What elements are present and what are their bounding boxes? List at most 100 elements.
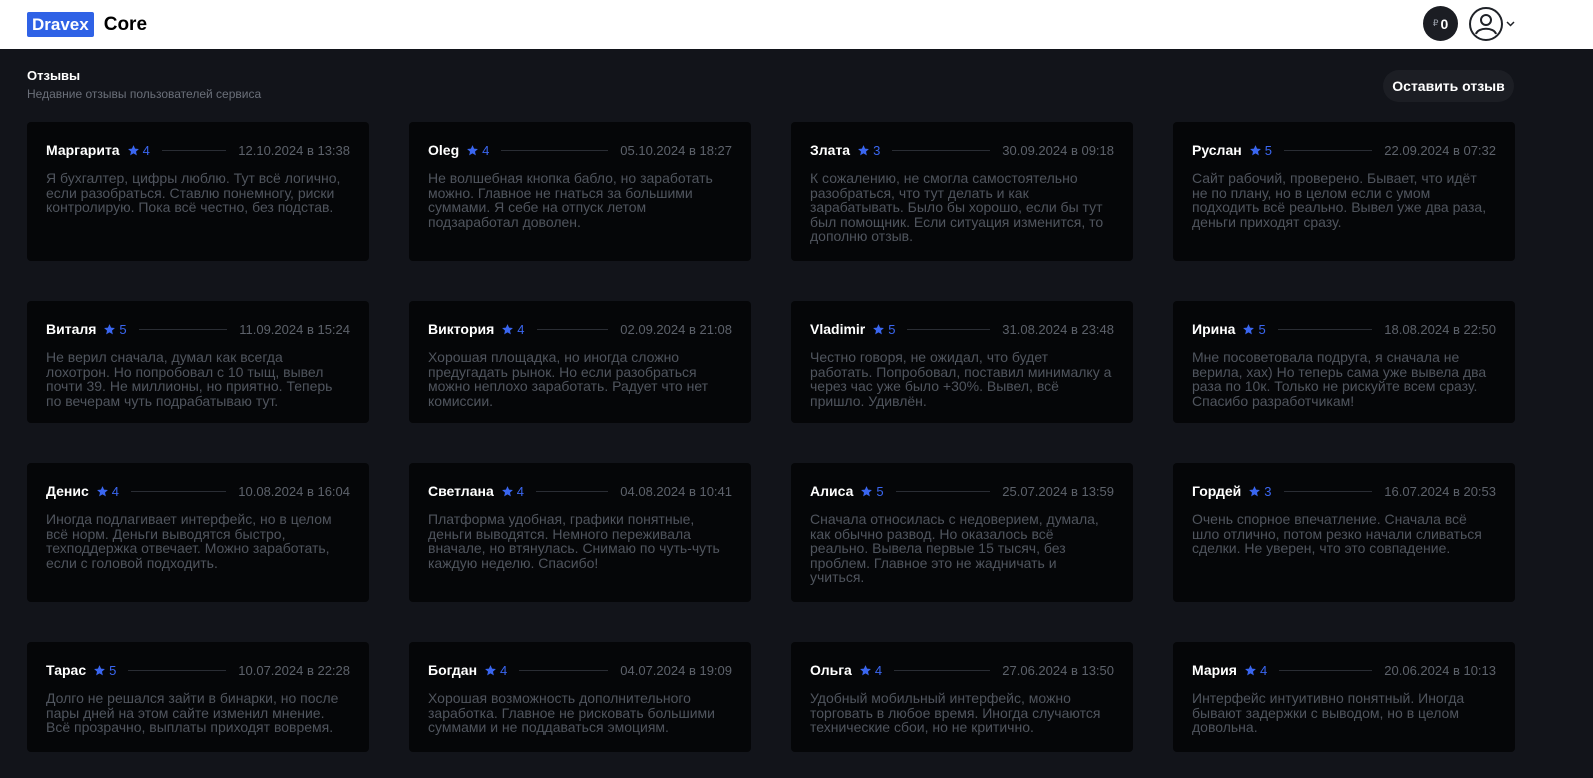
review-card: Руслан 5 22.09.2024 в 07:32 Сайт рабочий, п… [1173, 122, 1515, 261]
review-header: Денис 4 10.08.2024 в 16:04 [46, 483, 350, 499]
divider [128, 669, 227, 671]
rating-value: 5 [109, 662, 117, 678]
divider [1283, 149, 1373, 151]
review-header: Светлана 4 04.08.2024 в 10:41 [428, 483, 732, 499]
review-rating: 5 [860, 483, 884, 499]
review-text: Сначала относилась с недоверием, думала,… [810, 511, 1099, 585]
rating-value: 4 [142, 142, 150, 158]
divider [894, 669, 991, 671]
review-card: Oleg 4 05.10.2024 в 18:27 Не волшебная кноп… [409, 122, 751, 261]
star-icon [96, 485, 108, 496]
review-card: Виталя 5 11.09.2024 в 15:24 Не верил сначал… [27, 301, 369, 423]
review-date: 12.10.2024 в 13:38 [238, 142, 350, 158]
divider [1279, 669, 1373, 671]
user-menu[interactable] [1469, 6, 1515, 41]
divider [138, 328, 228, 330]
review-date: 31.08.2024 в 23:48 [1002, 321, 1114, 337]
avatar[interactable] [1469, 6, 1503, 41]
divider [519, 669, 609, 671]
divider [1277, 328, 1373, 330]
review-text: Хорошая площадка, но иногда сложно преду… [428, 349, 709, 409]
review-header: Богдан 4 04.07.2024 в 19:09 [428, 662, 732, 678]
review-header: Мария 4 20.06.2024 в 10:13 [1192, 662, 1496, 678]
review-rating: 5 [93, 663, 116, 678]
review-rating: 4 [484, 663, 507, 678]
rating-value: 4 [482, 142, 490, 158]
review-rating: 4 [501, 321, 525, 337]
review-card: Алиса 5 25.07.2024 в 13:59 Сначала относила… [791, 463, 1133, 602]
rating-value: 5 [888, 321, 896, 337]
review-card: Богдан 4 04.07.2024 в 19:09 Хорошая возможн… [409, 642, 751, 752]
review-card: Ольга 4 27.06.2024 в 13:50 Удобный мобильны… [791, 642, 1133, 752]
review-card: Vladimir 5 31.08.2024 в 23:48 Честно говоря… [791, 301, 1133, 423]
review-rating: 4 [501, 484, 524, 499]
balance-button[interactable]: ₽ 0 [1423, 6, 1458, 41]
rating-value: 4 [500, 662, 508, 678]
star-icon [1249, 144, 1261, 155]
rating-value: 4 [517, 321, 525, 337]
review-date: 02.09.2024 в 21:08 [620, 321, 732, 337]
star-icon [104, 323, 116, 334]
rating-value: 5 [876, 483, 884, 499]
review-text: Платформа удобная, графики понятные, ден… [428, 511, 720, 571]
review-date: 05.10.2024 в 18:27 [620, 142, 732, 158]
review-text: Хорошая возможность дополнительного зара… [428, 690, 715, 735]
review-text: К сожалению, не смогла самостоятельно ра… [810, 170, 1104, 244]
review-rating: 4 [859, 663, 882, 678]
rating-value: 4 [516, 483, 524, 499]
divider [907, 328, 991, 330]
review-header: Виктория 4 02.09.2024 в 21:08 [428, 321, 732, 337]
review-author: Ольга [810, 662, 852, 678]
review-header: Гордей 3 16.07.2024 в 20:53 [1192, 483, 1496, 499]
brand-logo[interactable]: Dravex Core [27, 12, 147, 37]
review-date: 04.08.2024 в 10:41 [620, 483, 732, 499]
review-author: Мария [1192, 662, 1237, 678]
review-header: Маргарита 4 12.10.2024 в 13:38 [46, 142, 350, 158]
rating-value: 3 [873, 142, 881, 158]
review-card: Ирина 5 18.08.2024 в 22:50 Мне посоветовала… [1173, 301, 1515, 423]
review-rating: 4 [1244, 663, 1267, 678]
rating-value: 5 [1258, 321, 1266, 337]
divider [895, 490, 991, 492]
review-author: Ирина [1192, 321, 1236, 337]
divider [535, 490, 609, 492]
review-date: 04.07.2024 в 19:09 [620, 662, 732, 678]
review-text: Интерфейс интуитивно понятный. Иногда бы… [1192, 690, 1465, 735]
balance-value: 0 [1440, 15, 1449, 32]
review-author: Виктория [428, 321, 495, 337]
review-text: Не волшебная кнопка бабло, но заработать… [428, 170, 713, 230]
divider [131, 490, 227, 492]
review-header: Vladimir 5 31.08.2024 в 23:48 [810, 321, 1114, 337]
divider [1283, 490, 1373, 492]
review-author: Гордей [1192, 483, 1242, 499]
leave-review-button[interactable]: Оставить отзыв [1383, 70, 1514, 102]
section-header: Отзывы Недавние отзывы пользователей сер… [27, 68, 261, 101]
review-header: Ольга 4 27.06.2024 в 13:50 [810, 662, 1114, 678]
divider [892, 149, 991, 151]
star-icon [502, 323, 514, 334]
review-rating: 3 [857, 143, 880, 158]
review-date: 27.06.2024 в 13:50 [1002, 662, 1114, 678]
star-icon [127, 144, 139, 155]
review-rating: 5 [1242, 321, 1266, 337]
review-author: Тарас [46, 662, 87, 678]
star-icon [873, 323, 885, 334]
review-author: Oleg [428, 142, 460, 158]
star-icon [1245, 664, 1256, 675]
review-rating: 4 [96, 484, 119, 499]
rating-value: 4 [1259, 662, 1268, 678]
review-rating: 5 [872, 322, 895, 337]
rating-value: 4 [874, 662, 883, 678]
rating-value: 5 [1264, 142, 1272, 158]
review-date: 25.07.2024 в 13:59 [1002, 483, 1114, 499]
user-icon [1475, 13, 1497, 34]
star-icon [858, 144, 870, 155]
review-rating: 4 [127, 143, 150, 158]
chevron-down-icon[interactable] [1506, 20, 1515, 27]
review-date: 18.08.2024 в 22:50 [1384, 321, 1496, 337]
rating-value: 4 [111, 483, 120, 499]
review-text: Сайт рабочий, проверено. Бывает, что идё… [1192, 170, 1487, 230]
review-date: 11.09.2024 в 15:24 [239, 321, 350, 337]
rating-value: 5 [119, 321, 127, 337]
review-header: Виталя 5 11.09.2024 в 15:24 [46, 321, 350, 337]
